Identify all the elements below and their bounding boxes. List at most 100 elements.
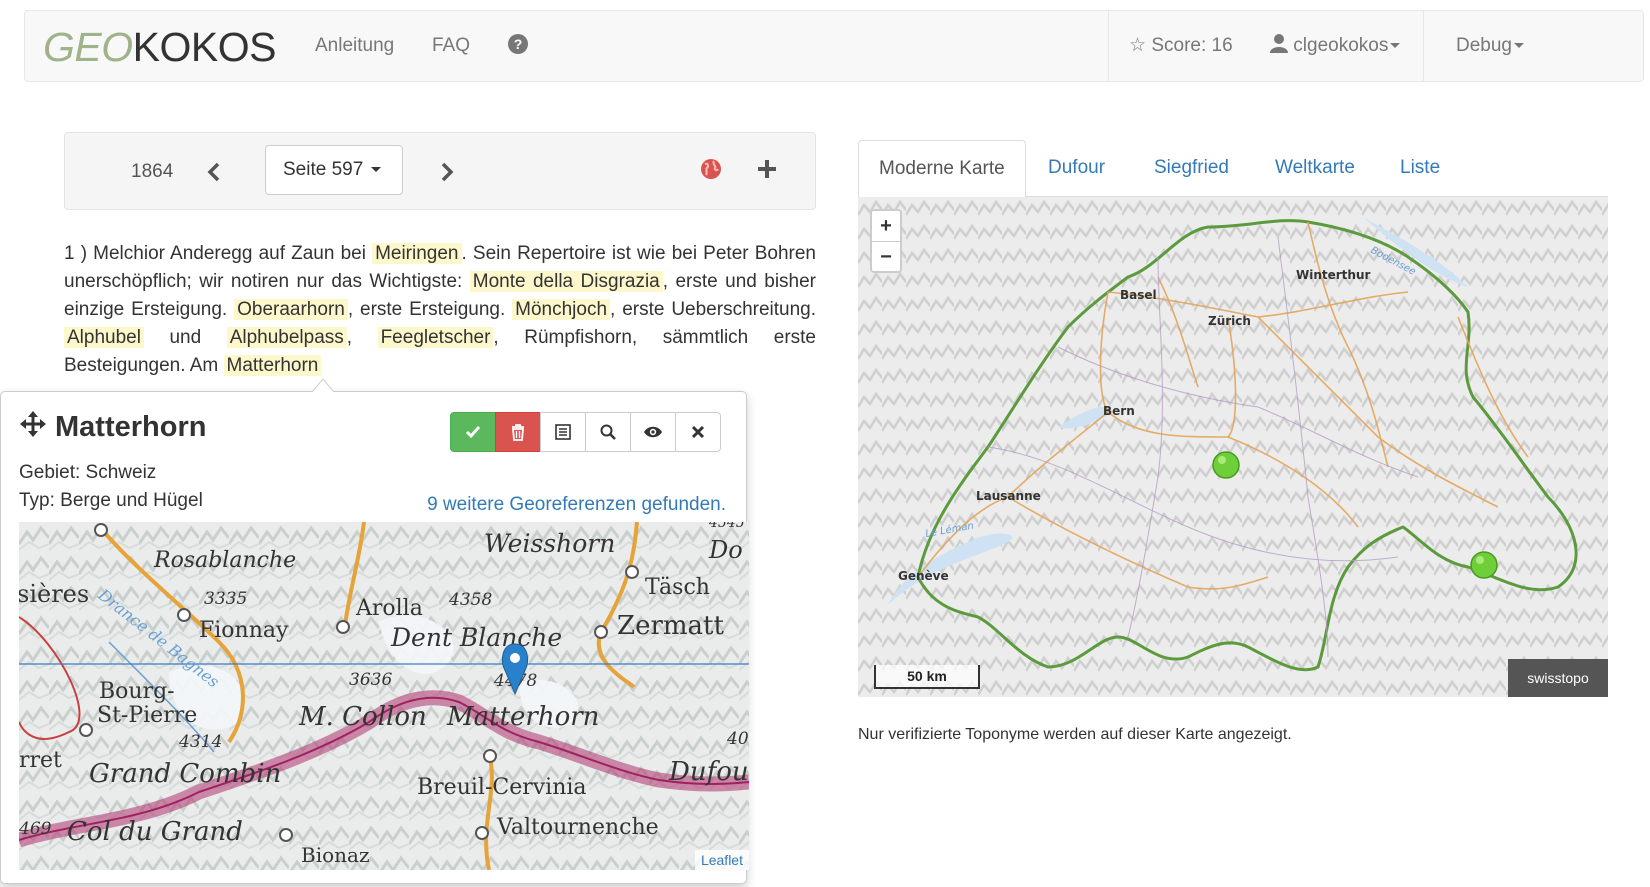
label-arolla: Arolla xyxy=(355,596,423,621)
move-icon[interactable] xyxy=(19,410,47,438)
document-text: 1 ) Melchior Anderegg auf Zaun bei Meiri… xyxy=(64,243,817,376)
tab-siegfried[interactable]: Siegfried xyxy=(1134,140,1249,197)
label-valtournenche: Valtournenche xyxy=(496,815,659,840)
list-document-icon xyxy=(555,424,571,440)
user-icon xyxy=(1270,34,1288,53)
city-winterthur: Winterthur xyxy=(1296,268,1371,282)
scale-bar: 50 km xyxy=(874,665,980,689)
trash-icon xyxy=(512,424,524,441)
label-do: Do xyxy=(708,536,743,564)
label-m-collon: M. Collon xyxy=(298,702,427,732)
city-lausanne: Lausanne xyxy=(976,489,1041,503)
label-4314: 4314 xyxy=(178,732,222,752)
label-weisshorn: Weisshorn xyxy=(484,529,615,558)
label-40: 40 xyxy=(726,729,749,749)
user-menu[interactable]: clgeokokos xyxy=(1270,11,1423,81)
eye-icon xyxy=(644,426,662,438)
zoom-control: + − xyxy=(870,209,902,273)
document-button[interactable] xyxy=(540,412,586,452)
nav-anleitung[interactable]: Anleitung xyxy=(315,35,394,57)
label-sieres: sières xyxy=(19,580,89,608)
label-469: 469 xyxy=(19,819,52,839)
brand-kokos: KOKOS xyxy=(132,24,277,70)
star-icon: ☆ xyxy=(1129,35,1147,56)
city-basel: Basel xyxy=(1120,288,1157,302)
label-3335: 3335 xyxy=(204,589,247,609)
label-zermatt: Zermatt xyxy=(617,611,724,641)
leaflet-attribution[interactable]: Leaflet xyxy=(694,850,749,870)
label-breuil: Breuil-Cervinia xyxy=(417,775,587,800)
label-4358: 4358 xyxy=(448,590,492,610)
toponym-monte-della-disgrazia[interactable]: Monte della Disgrazia xyxy=(469,271,663,292)
delete-button[interactable] xyxy=(495,412,541,452)
city-geneve: Genève xyxy=(898,569,949,583)
navbar: GEOKOKOS Anleitung FAQ ? ☆ Score: 16 clg… xyxy=(24,10,1644,82)
label-dufour: Dufou xyxy=(668,757,749,787)
label-4545: 4545 xyxy=(708,522,745,531)
map-tabs: Moderne Karte Dufour Siegfried Weltkarte… xyxy=(858,140,1608,198)
tab-dufour[interactable]: Dufour xyxy=(1028,140,1125,197)
popover-actions xyxy=(450,412,721,452)
toponym-matterhorn[interactable]: Matterhorn xyxy=(223,355,322,376)
label-rosablanche: Rosablanche xyxy=(153,548,296,573)
brand-geo: GEO xyxy=(43,24,133,70)
popover-gebiet: Gebiet: Schweiz xyxy=(19,462,157,483)
caret-down-icon xyxy=(1390,43,1401,49)
popover-title: Matterhorn xyxy=(19,410,206,444)
debug-menu[interactable]: Debug xyxy=(1423,11,1645,81)
tab-weltkarte[interactable]: Weltkarte xyxy=(1255,140,1375,197)
switzerland-map[interactable]: Basel Zürich Winterthur Bern Lausanne Ge… xyxy=(858,197,1608,697)
caret-down-icon xyxy=(1514,43,1524,49)
label-tasch: Täsch xyxy=(645,575,710,600)
label-bionaz: Bionaz xyxy=(301,843,369,867)
document-toolbar: 1864 Seite 597 xyxy=(64,132,816,210)
plus-icon[interactable] xyxy=(755,157,779,181)
toponym-popover: Matterhorn Gebiet: Schweiz Typ: Berge un… xyxy=(0,391,749,884)
globe-icon[interactable] xyxy=(699,157,723,181)
more-georeferences-link[interactable]: 9 weitere Georeferenzen gefunden. xyxy=(427,494,726,516)
label-col-du-grand: Col du Grand xyxy=(67,817,243,847)
search-icon xyxy=(600,424,616,440)
check-icon xyxy=(465,426,481,439)
toponym-alphubel[interactable]: Alphubel xyxy=(64,327,144,348)
map-note: Nur verifizierte Toponyme werden auf die… xyxy=(858,726,1292,743)
search-button[interactable] xyxy=(585,412,631,452)
popover-map-canvas: Rosablanche 3335 Fionnay sières Drance d… xyxy=(19,522,749,870)
toponym-feegletscher[interactable]: Feegletscher xyxy=(377,327,494,348)
label-fionnay: Fionnay xyxy=(199,618,289,643)
tab-moderne-karte[interactable]: Moderne Karte xyxy=(858,140,1026,198)
toponym-monchjoch[interactable]: Mönchjoch xyxy=(512,299,611,320)
map-marker-green[interactable] xyxy=(1212,451,1240,479)
switzerland-map-canvas: Basel Zürich Winterthur Bern Lausanne Ge… xyxy=(858,197,1608,697)
zoom-out-button[interactable]: − xyxy=(872,241,900,271)
toponym-meiringen[interactable]: Meiringen xyxy=(372,243,462,264)
caret-down-icon xyxy=(371,167,382,173)
chevron-right-icon[interactable] xyxy=(432,157,462,187)
popover-map[interactable]: Rosablanche 3335 Fionnay sières Drance d… xyxy=(19,522,749,870)
view-button[interactable] xyxy=(630,412,676,452)
popover-arrow xyxy=(312,379,334,392)
toponym-alphubelpass[interactable]: Alphubelpass xyxy=(226,327,347,348)
chevron-left-icon[interactable] xyxy=(199,157,229,187)
question-circle-icon[interactable]: ? xyxy=(508,34,528,54)
map-marker-green[interactable] xyxy=(1470,551,1498,579)
tab-liste[interactable]: Liste xyxy=(1380,140,1460,197)
label-st-pierre: St-Pierre xyxy=(97,703,197,728)
year-label: 1864 xyxy=(131,161,174,182)
close-icon xyxy=(691,425,705,439)
verify-button[interactable] xyxy=(450,412,496,452)
label-matterhorn: Matterhorn xyxy=(446,702,599,732)
city-bern: Bern xyxy=(1103,404,1135,418)
page-select[interactable]: Seite 597 xyxy=(265,145,403,195)
nav-faq[interactable]: FAQ xyxy=(432,35,470,57)
close-button[interactable] xyxy=(675,412,721,452)
label-dent-blanche: Dent Blanche xyxy=(390,623,562,652)
label-grand-combin: Grand Combin xyxy=(89,759,281,789)
city-zurich: Zürich xyxy=(1208,314,1251,328)
zoom-in-button[interactable]: + xyxy=(872,211,900,241)
swisstopo-attribution[interactable]: swisstopo xyxy=(1508,659,1608,697)
popover-typ: Typ: Berge und Hügel xyxy=(19,490,203,511)
toponym-oberaarhorn[interactable]: Oberaarhorn xyxy=(234,299,348,320)
label-rret: rret xyxy=(19,748,62,773)
brand-logo[interactable]: GEOKOKOS xyxy=(43,25,276,69)
